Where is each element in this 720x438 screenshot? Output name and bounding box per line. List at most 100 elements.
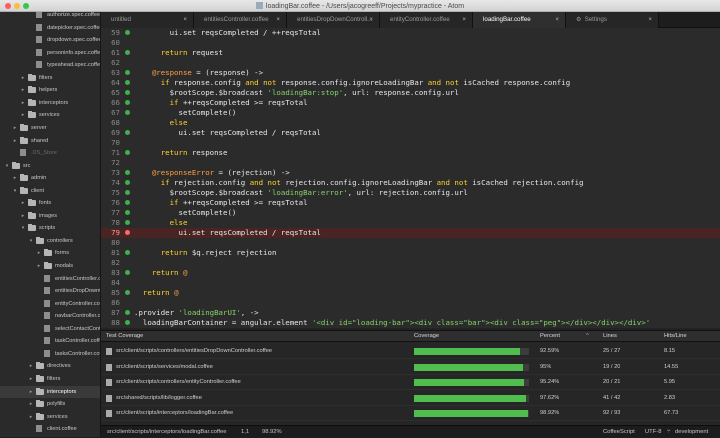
chevron-right-icon[interactable]: ▸	[20, 72, 26, 84]
code-line[interactable]: 76 if ++reqsCompleted >= reqsTotal	[101, 198, 720, 208]
code-line[interactable]: 70	[101, 138, 720, 148]
close-tab-icon[interactable]: ×	[648, 12, 652, 28]
status-coverage-percent[interactable]: 98.92%	[262, 426, 282, 438]
coverage-file-path[interactable]: src/client/scripts/controllers/entitiesD…	[116, 344, 406, 359]
close-tab-icon[interactable]: ×	[369, 12, 373, 28]
tab-3[interactable]: entitiesDropDownControll... ×	[287, 12, 380, 28]
code-line[interactable]: 66 if ++reqsCompleted >= reqsTotal	[101, 98, 720, 108]
code-line[interactable]: 79 ui.set reqsCompleted / reqsTotal	[101, 228, 720, 238]
code-line[interactable]: 80	[101, 238, 720, 248]
chevron-right-icon[interactable]: ▸	[36, 260, 42, 272]
chevron-right-icon[interactable]: ▸	[28, 398, 34, 410]
chevron-right-icon[interactable]: ▸	[20, 97, 26, 109]
tree-item[interactable]: entitiesDropDownController.coffee	[0, 285, 100, 297]
tree-item[interactable]: ▸ services	[0, 109, 100, 121]
chevron-right-icon[interactable]: ▸	[12, 135, 18, 147]
tree-item[interactable]: tasksController.coffee	[0, 348, 100, 360]
chevron-right-icon[interactable]: ▸	[20, 210, 26, 222]
chevron-right-icon[interactable]: ▸	[28, 386, 34, 398]
tree-item[interactable]: entityController.coffee	[0, 298, 100, 310]
code-line[interactable]: 64 if response.config and not response.c…	[101, 78, 720, 88]
chevron-right-icon[interactable]: ▸	[28, 360, 34, 372]
code-line[interactable]: 65 $rootScope.$broadcast 'loadingBar:sto…	[101, 88, 720, 98]
code-line[interactable]: 61 return request	[101, 48, 720, 58]
tree-item[interactable]: personinfo.spec.coffee	[0, 47, 100, 59]
tab-1[interactable]: untitled ×	[101, 12, 194, 28]
chevron-right-icon[interactable]: ▸	[20, 109, 26, 121]
coverage-row[interactable]: src/shared/scripts/lib/logger.coffee 97.6…	[101, 391, 720, 406]
code-line[interactable]: 67 setComplete()	[101, 108, 720, 118]
chevron-right-icon[interactable]: ▸	[28, 411, 34, 423]
close-tab-icon[interactable]: ×	[183, 12, 187, 28]
tree-item[interactable]: ▸ filters	[0, 72, 100, 84]
status-cursor-position[interactable]: 1,1	[241, 426, 249, 438]
chevron-right-icon[interactable]: ▸	[20, 84, 26, 96]
status-file-path[interactable]: src/client/scripts/interceptors/loadingB…	[107, 426, 226, 438]
chevron-down-icon[interactable]: ▾	[4, 160, 10, 172]
chevron-right-icon[interactable]: ▸	[28, 373, 34, 385]
tree-item[interactable]: ▾ controllers	[0, 235, 100, 247]
chevron-right-icon[interactable]: ▸	[12, 172, 18, 184]
code-line[interactable]: 72	[101, 158, 720, 168]
coverage-row[interactable]: src/client/scripts/controllers/entitiesD…	[101, 344, 720, 359]
chevron-down-icon[interactable]: ▾	[12, 185, 18, 197]
code-line[interactable]: 81 return $q.reject rejection	[101, 248, 720, 258]
tree-item[interactable]: .DS_Store	[0, 147, 100, 159]
tab-4[interactable]: entityController.coffee ×	[380, 12, 473, 28]
code-line[interactable]: 78 else	[101, 218, 720, 228]
status-encoding[interactable]: UTF-8	[645, 426, 661, 438]
code-line[interactable]: 71 return response	[101, 148, 720, 158]
code-line[interactable]: 82	[101, 258, 720, 268]
tree-item[interactable]: datepicker.spec.coffee	[0, 22, 100, 34]
coverage-row[interactable]: src/client/scripts/interceptors/loadingB…	[101, 406, 720, 421]
code-line[interactable]: 75 $rootScope.$broadcast 'loadingBar:err…	[101, 188, 720, 198]
code-line[interactable]: 68 else	[101, 118, 720, 128]
coverage-row[interactable]: src/client/scripts/controllers/entityCon…	[101, 375, 720, 390]
chevron-down-icon[interactable]: ▾	[20, 222, 26, 234]
code-line[interactable]: 85 return @	[101, 288, 720, 298]
tree-item[interactable]: ▸ forms	[0, 247, 100, 259]
header-test-coverage[interactable]: Test Coverage	[101, 331, 411, 342]
header-hits-line[interactable]: Hits/Line	[661, 331, 720, 342]
tab-5[interactable]: loadingBar.coffee ×	[473, 12, 566, 28]
chevron-right-icon[interactable]: ▸	[36, 247, 42, 259]
tree-item[interactable]: selectContactController.coffee	[0, 323, 100, 335]
tree-item[interactable]: ▸ images	[0, 210, 100, 222]
tree-item[interactable]: ▸ server	[0, 122, 100, 134]
code-line[interactable]: 88 loadingBarContainer = angular.element…	[101, 318, 720, 328]
coverage-file-path[interactable]: src/shared/scripts/lib/logger.coffee	[116, 391, 406, 406]
code-line[interactable]: 77 setComplete()	[101, 208, 720, 218]
tree-item[interactable]: ▾ src	[0, 160, 100, 172]
tree-item[interactable]: ▸ directives	[0, 360, 100, 372]
header-coverage[interactable]: Coverage	[411, 331, 537, 342]
status-grammar[interactable]: CoffeeScript	[603, 426, 635, 438]
status-git-branch[interactable]: development	[675, 426, 708, 438]
tree-item[interactable]: ▾ scripts	[0, 222, 100, 234]
code-line[interactable]: 59 ui.set reqsCompleted / ++reqsTotal	[101, 28, 720, 38]
tree-item[interactable]: entitiesController.coffee	[0, 273, 100, 285]
tree-item[interactable]: ▸ interceptors	[0, 97, 100, 109]
coverage-row[interactable]: src/client/scripts/services/modal.coffee…	[101, 360, 720, 375]
close-tab-icon[interactable]: ×	[462, 12, 466, 28]
coverage-file-path[interactable]: src/client/scripts/services/modal.coffee	[116, 360, 406, 375]
code-line[interactable]: 73 @responseError = (rejection) ->	[101, 168, 720, 178]
tree-item[interactable]: typeahead.spec.coffee	[0, 59, 100, 71]
tree-item[interactable]: ▸ interceptors	[0, 385, 100, 398]
chevron-right-icon[interactable]: ▸	[12, 122, 18, 134]
tree-item[interactable]: taskController.coffee	[0, 335, 100, 347]
tree-item[interactable]: ▸ polyfills	[0, 398, 100, 410]
tree-item[interactable]: ▾ client	[0, 185, 100, 197]
tree-item[interactable]: client.coffee	[0, 423, 100, 435]
close-tab-icon[interactable]: ×	[276, 12, 280, 28]
tree-item[interactable]: ▸ admin	[0, 172, 100, 184]
tree-item[interactable]: ▸ helpers	[0, 84, 100, 96]
code-line[interactable]: 62	[101, 58, 720, 68]
code-line[interactable]: 63 @response = (response) ->	[101, 68, 720, 78]
tree-view[interactable]: authorize.spec.coffee datepicker.spec.cof…	[0, 12, 101, 437]
tab-6[interactable]: ⚙ Settings ×	[566, 12, 659, 28]
code-line[interactable]: 84	[101, 278, 720, 288]
header-lines[interactable]: Lines	[600, 331, 661, 342]
tree-item[interactable]: ▸ fonts	[0, 197, 100, 209]
code-line[interactable]: 60	[101, 38, 720, 48]
tree-item[interactable]: ▸ services	[0, 411, 100, 423]
